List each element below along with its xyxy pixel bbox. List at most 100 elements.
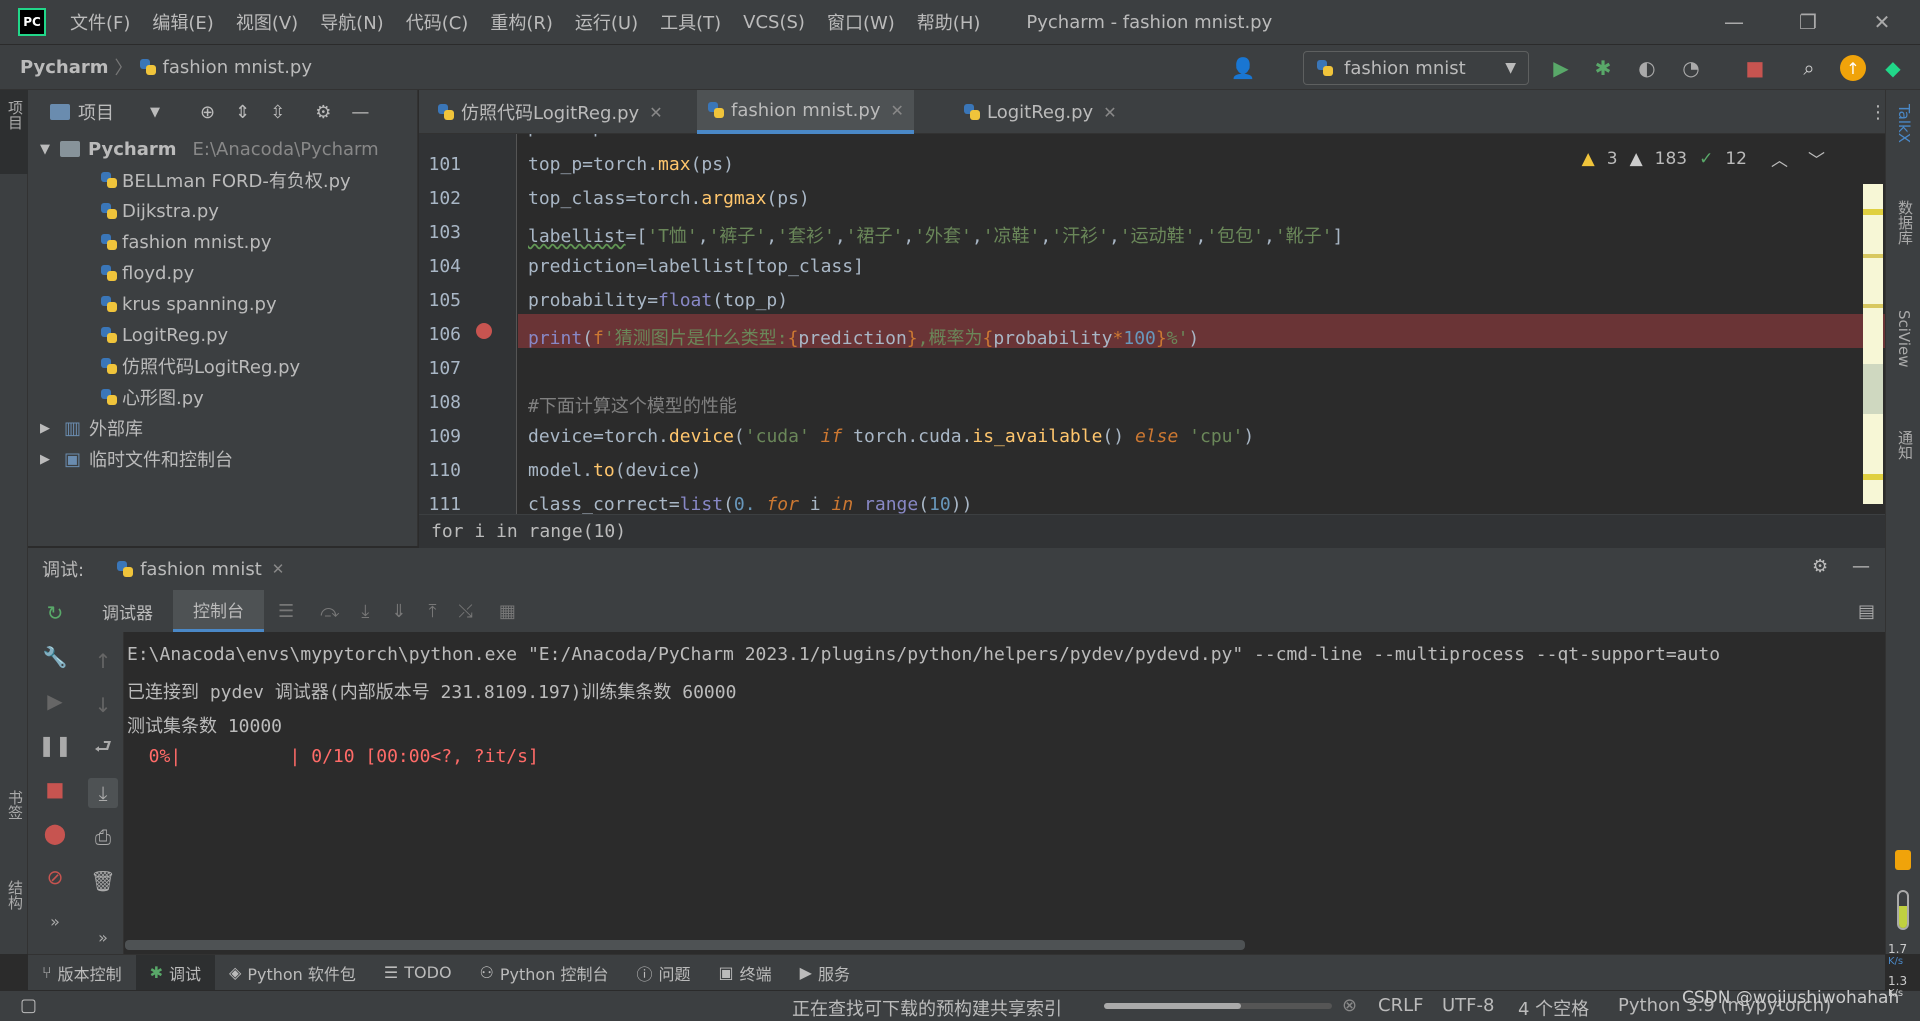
trash-icon[interactable]: 🗑	[88, 866, 118, 896]
talkx-tool-label[interactable]: TalkX	[1895, 104, 1913, 143]
coverage-icon[interactable]: ◐	[1634, 55, 1660, 81]
editor-tab[interactable]: LogitReg.py ✕	[953, 90, 1127, 134]
editor-tab-active[interactable]: fashion mnist.py ✕	[697, 90, 914, 134]
sciview-tool-label[interactable]: SciView	[1895, 310, 1913, 368]
resume-icon[interactable]: ▶	[40, 686, 70, 716]
evaluate-icon[interactable]: ▦	[499, 601, 516, 622]
code-line[interactable]: device=torch.device('cuda' if torch.cuda…	[528, 426, 1254, 447]
profile-icon[interactable]: ◔	[1678, 55, 1704, 81]
tree-file[interactable]: 心形图.py	[100, 382, 204, 412]
frames-icon[interactable]: ☰	[278, 601, 294, 622]
close-tab-icon[interactable]: ✕	[649, 103, 662, 122]
menu-view[interactable]: 视图(V)	[236, 9, 298, 35]
code-line[interactable]: #下面计算这个模型的性能	[528, 392, 737, 418]
menu-edit[interactable]: 编辑(E)	[152, 9, 213, 35]
code-line[interactable]: prediction=labellist[top_class]	[528, 256, 864, 277]
code-line[interactable]: labellist=['T恤','裤子','套衫','裙子','外套','凉鞋'…	[528, 222, 1343, 248]
run-icon[interactable]: ▶	[1548, 55, 1574, 81]
line-separator[interactable]: CRLF	[1378, 995, 1423, 1016]
tool-version-control[interactable]: ⑂ 版本控制	[28, 955, 136, 991]
tree-file[interactable]: krus spanning.py	[100, 289, 277, 319]
step-into-icon[interactable]: ⤓	[361, 601, 369, 622]
debug-session-tab[interactable]: fashion mnist	[140, 559, 262, 580]
tool-debug[interactable]: ✱ 调试	[135, 954, 216, 991]
project-panel-title[interactable]: 项目	[78, 99, 114, 125]
scroll-to-end-icon[interactable]: ⤓	[88, 778, 118, 808]
background-task-label[interactable]: 正在查找可下载的预构建共享索引	[792, 995, 1062, 1021]
horizontal-scrollbar[interactable]	[125, 940, 1245, 950]
pause-icon[interactable]: ❚❚	[38, 730, 72, 760]
wrench-icon[interactable]: 🔧	[40, 642, 70, 672]
update-icon[interactable]: ↑	[1840, 55, 1866, 81]
soft-wrap-icon[interactable]: ⮐	[88, 734, 118, 764]
gear-icon[interactable]: ⚙	[315, 102, 331, 123]
menu-navigate[interactable]: 导航(N)	[320, 9, 384, 35]
cancel-task-icon[interactable]: ⊗	[1342, 995, 1357, 1016]
code-line[interactable]: class_correct=list(0. for i in range(10)…	[528, 494, 972, 514]
editor-error-stripe[interactable]	[1863, 184, 1883, 504]
tool-python-packages[interactable]: ◈ Python 软件包	[215, 955, 370, 991]
run-config-selector[interactable]: fashion mnist ▼	[1303, 51, 1529, 85]
notifications-tool-label[interactable]: 通知	[1895, 430, 1916, 460]
minimize-icon[interactable]: —	[1714, 8, 1754, 36]
breadcrumb-file[interactable]: fashion mnist.py	[163, 57, 312, 78]
scroll-up-icon[interactable]: ↑	[88, 646, 118, 676]
hide-panel-icon[interactable]: —	[1852, 556, 1870, 577]
tree-scratches[interactable]: ▶ ▣ 临时文件和控制台	[40, 444, 233, 474]
code-editor[interactable]: 100 ps=output 101 top_p=torch.max(ps) 10…	[419, 134, 1885, 514]
gear-icon[interactable]: ⚙	[1812, 556, 1828, 577]
tree-file[interactable]: Dijkstra.py	[100, 196, 219, 226]
print-icon[interactable]: ⎙	[88, 822, 118, 852]
menu-file[interactable]: 文件(F)	[70, 9, 130, 35]
step-into-my-code-icon[interactable]: ⇓	[391, 601, 406, 622]
stop-icon[interactable]: ■	[1742, 55, 1768, 81]
close-tab-icon[interactable]: ✕	[890, 101, 903, 120]
collapse-all-icon[interactable]: ⇳	[270, 102, 285, 123]
layout-icon[interactable]: ▤	[1858, 601, 1875, 622]
tree-root[interactable]: ▼ Pycharm E:\Anacoda\Pycharm	[40, 134, 379, 164]
tree-file[interactable]: 仿照代码LogitReg.py	[100, 351, 300, 381]
database-tool-label[interactable]: 数据库	[1895, 200, 1916, 245]
close-tab-icon[interactable]: ✕	[1103, 103, 1116, 122]
plugin-icon[interactable]: ◆	[1880, 55, 1906, 81]
code-line[interactable]: top_p=torch.max(ps)	[528, 154, 734, 175]
rerun-icon[interactable]: ↻	[40, 598, 70, 628]
tool-services[interactable]: ▶ 服务	[786, 955, 864, 991]
tab-console[interactable]: 控制台	[173, 590, 264, 632]
tool-problems[interactable]: ⓘ 问题	[622, 955, 704, 991]
expand-all-icon[interactable]: ⇕	[235, 102, 250, 123]
bookmarks-tool-label[interactable]: 书签	[5, 790, 26, 820]
breakpoint-icon[interactable]	[476, 323, 492, 339]
menu-tools[interactable]: 工具(T)	[660, 9, 721, 35]
view-breakpoints-icon[interactable]: ⬤	[40, 818, 70, 848]
step-over-icon[interactable]: ⤼	[320, 601, 339, 622]
scroll-down-icon[interactable]: ↓	[88, 690, 118, 720]
tool-python-console[interactable]: ⚇ Python 控制台	[466, 955, 623, 991]
tool-terminal[interactable]: ▣ 终端	[704, 955, 785, 991]
code-line[interactable]: top_class=torch.argmax(ps)	[528, 188, 810, 209]
stop-icon[interactable]: ■	[40, 774, 70, 804]
tab-debugger[interactable]: 调试器	[82, 590, 173, 632]
menu-help[interactable]: 帮助(H)	[917, 9, 981, 35]
toggle-tool-windows-icon[interactable]: ▢	[20, 995, 37, 1016]
close-tab-icon[interactable]: ✕	[272, 560, 285, 578]
menu-code[interactable]: 代码(C)	[406, 9, 469, 35]
hide-panel-icon[interactable]: —	[351, 102, 369, 123]
tool-todo[interactable]: ☰ TODO	[370, 955, 466, 991]
chevron-down-icon[interactable]: ﹀	[1808, 146, 1825, 171]
more-actions-icon[interactable]: »	[40, 906, 70, 936]
inspection-widget[interactable]: ▲ 3 ▲ 183 ✓ 12 ︿ ﹀	[1582, 146, 1825, 172]
more-actions-icon[interactable]: »	[88, 922, 118, 952]
menu-window[interactable]: 窗口(W)	[827, 9, 895, 35]
debug-console[interactable]: E:\Anacoda\envs\mypytorch\python.exe "E:…	[125, 632, 1885, 954]
menu-vcs[interactable]: VCS(S)	[743, 12, 805, 33]
structure-tool-label[interactable]: 结构	[5, 880, 26, 910]
step-out-icon[interactable]: ⤒	[428, 601, 436, 622]
project-tool-button[interactable]: 项目	[0, 90, 28, 174]
shield-icon[interactable]	[1895, 850, 1911, 870]
restore-icon[interactable]: ❐	[1788, 8, 1828, 36]
debug-bug-icon[interactable]: ✱	[1590, 55, 1616, 81]
tree-file[interactable]: LogitReg.py	[100, 320, 228, 350]
indent-setting[interactable]: 4 个空格	[1518, 995, 1589, 1021]
locate-icon[interactable]: ⊕	[200, 102, 215, 123]
